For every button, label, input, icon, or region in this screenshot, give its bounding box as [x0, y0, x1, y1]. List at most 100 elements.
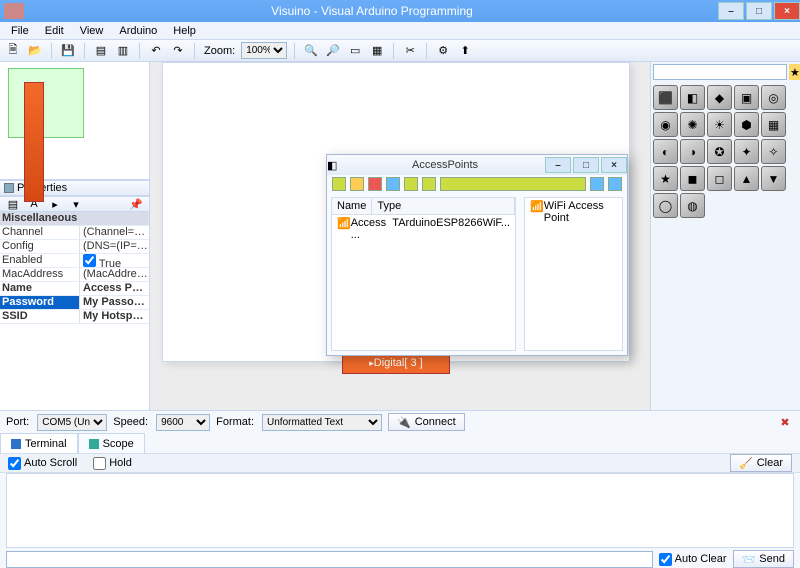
- aw-tool-icon[interactable]: [590, 177, 604, 191]
- component-palette: ⬛◧◆▣◎ ◉✺☀⬢▦ ◐◑✪✦✧ ★◼◻▲▼ ◯◍: [653, 85, 798, 218]
- tab-scope[interactable]: Scope: [78, 433, 145, 453]
- menu-arduino[interactable]: Arduino: [112, 24, 164, 38]
- prop-row: Config(DNS=(IP=0.0.0.0,E...: [0, 240, 149, 254]
- palette-component-14[interactable]: ✧: [761, 139, 786, 164]
- grid-icon[interactable]: ▦: [368, 42, 386, 60]
- build-icon[interactable]: ⚙: [434, 42, 452, 60]
- close-button[interactable]: ×: [774, 2, 800, 20]
- prop-expand-icon[interactable]: ▸: [46, 195, 64, 213]
- palette-component-4[interactable]: ◎: [761, 85, 786, 110]
- menubar: File Edit View Arduino Help: [0, 22, 800, 40]
- aw-tool-icon[interactable]: [422, 177, 436, 191]
- redo-icon[interactable]: ↷: [169, 42, 187, 60]
- zoom-select[interactable]: 100%: [241, 42, 287, 59]
- dialog-icon: ◧: [327, 159, 347, 172]
- new-icon[interactable]: 🗎: [4, 42, 22, 60]
- port-select[interactable]: COM5 (Unava: [37, 414, 107, 431]
- zoomin-icon[interactable]: 🔎: [324, 42, 342, 60]
- terminal-close-icon[interactable]: ✖: [776, 413, 794, 431]
- palette-component-15[interactable]: ★: [653, 166, 678, 191]
- menu-file[interactable]: File: [4, 24, 36, 38]
- overview-panel[interactable]: [0, 62, 149, 180]
- palette-component-19[interactable]: ▼: [761, 166, 786, 191]
- palette-component-9[interactable]: ▦: [761, 112, 786, 137]
- overview-viewport[interactable]: [8, 68, 84, 138]
- clear-button[interactable]: 🧹 Clear: [730, 454, 792, 472]
- prop-collapse-icon[interactable]: ▾: [67, 195, 85, 213]
- design-canvas[interactable]: ▸ Digital[ 3 ] ◧ AccessPoints – □ ×: [150, 62, 650, 410]
- palette-item[interactable]: 📶 WiFi Access Point: [525, 198, 622, 226]
- palette-component-0[interactable]: ⬛: [653, 85, 678, 110]
- properties-grid[interactable]: Miscellaneous Channel(Channel=1,Enable..…: [0, 212, 149, 410]
- fit-icon[interactable]: ▭: [346, 42, 364, 60]
- upload-icon[interactable]: ⬆: [456, 42, 474, 60]
- dialog-close-button[interactable]: ×: [601, 157, 627, 173]
- terminal-settings: Port: COM5 (Unava Speed: 9600 Format: Un…: [0, 411, 800, 433]
- list-item[interactable]: 📶 Access ... TArduinoESP8266WiF...: [332, 215, 515, 243]
- terminal-input[interactable]: [6, 551, 653, 568]
- open-icon[interactable]: 📂: [26, 42, 44, 60]
- col-type[interactable]: Type: [372, 198, 515, 214]
- palette-component-12[interactable]: ✪: [707, 139, 732, 164]
- aw-tool-icon[interactable]: [608, 177, 622, 191]
- aw-tool-icon[interactable]: [386, 177, 400, 191]
- search-icon[interactable]: ★: [789, 64, 800, 80]
- palette-component-2[interactable]: ◆: [707, 85, 732, 110]
- menu-edit[interactable]: Edit: [38, 24, 71, 38]
- prop-pin-icon[interactable]: 📌: [127, 195, 145, 213]
- dialog-max-button[interactable]: □: [573, 157, 599, 173]
- panel-icon: [4, 183, 14, 193]
- minimize-button[interactable]: –: [718, 2, 744, 20]
- accesspoints-palette[interactable]: 📶 WiFi Access Point: [524, 197, 623, 351]
- component-palette-panel: ★ ▸ ▦ ⬛◧◆▣◎◉✺☀⬢▦◐◑✪✦✧★◼◻▲▼◯◍: [650, 62, 800, 410]
- palette-component-3[interactable]: ▣: [734, 85, 759, 110]
- autoclear-checkbox[interactable]: Auto Clear: [659, 553, 727, 566]
- aw-tool-icon[interactable]: [368, 177, 382, 191]
- palette-component-6[interactable]: ✺: [680, 112, 705, 137]
- palette-component-17[interactable]: ◻: [707, 166, 732, 191]
- aw-tool-icon[interactable]: [404, 177, 418, 191]
- dialog-min-button[interactable]: –: [545, 157, 571, 173]
- aw-tool-icon[interactable]: [332, 177, 346, 191]
- palette-component-20[interactable]: ◯: [653, 193, 678, 218]
- autoscroll-checkbox[interactable]: Auto Scroll: [8, 457, 77, 470]
- separator: [294, 43, 295, 59]
- layout2-icon[interactable]: ▥: [114, 42, 132, 60]
- menu-view[interactable]: View: [73, 24, 111, 38]
- layout1-icon[interactable]: ▤: [92, 42, 110, 60]
- palette-component-8[interactable]: ⬢: [734, 112, 759, 137]
- zoomout-icon[interactable]: 🔍: [302, 42, 320, 60]
- send-button[interactable]: 📨 Send: [733, 550, 794, 568]
- aw-tool-icon[interactable]: [350, 177, 364, 191]
- format-label: Format:: [216, 416, 256, 428]
- terminal-output[interactable]: [6, 473, 794, 548]
- palette-component-13[interactable]: ✦: [734, 139, 759, 164]
- hold-checkbox[interactable]: Hold: [93, 457, 132, 470]
- palette-component-1[interactable]: ◧: [680, 85, 705, 110]
- palette-component-16[interactable]: ◼: [680, 166, 705, 191]
- prop-row-selected: PasswordMy Passowrd: [0, 296, 149, 310]
- col-name[interactable]: Name: [332, 198, 372, 214]
- menu-help[interactable]: Help: [166, 24, 203, 38]
- palette-component-18[interactable]: ▲: [734, 166, 759, 191]
- connect-button[interactable]: 🔌 Connect: [388, 413, 465, 431]
- speed-select[interactable]: 9600: [156, 414, 210, 431]
- cut-icon[interactable]: ✂: [401, 42, 419, 60]
- format-select[interactable]: Unformatted Text: [262, 414, 382, 431]
- palette-search-input[interactable]: [653, 64, 787, 80]
- prop-cat-icon[interactable]: ▤: [4, 195, 22, 213]
- palette-component-21[interactable]: ◍: [680, 193, 705, 218]
- prop-category[interactable]: Miscellaneous: [0, 212, 149, 226]
- maximize-button[interactable]: □: [746, 2, 772, 20]
- enabled-checkbox[interactable]: [83, 254, 96, 267]
- accesspoints-list[interactable]: NameType 📶 Access ... TArduinoESP8266WiF…: [331, 197, 516, 351]
- palette-component-7[interactable]: ☀: [707, 112, 732, 137]
- save-icon[interactable]: 💾: [59, 42, 77, 60]
- palette-component-11[interactable]: ◑: [680, 139, 705, 164]
- accesspoints-dialog[interactable]: ◧ AccessPoints – □ × NameType: [326, 154, 628, 356]
- terminal-icon: [11, 439, 21, 449]
- palette-component-10[interactable]: ◐: [653, 139, 678, 164]
- tab-terminal[interactable]: Terminal: [0, 433, 78, 453]
- palette-component-5[interactable]: ◉: [653, 112, 678, 137]
- undo-icon[interactable]: ↶: [147, 42, 165, 60]
